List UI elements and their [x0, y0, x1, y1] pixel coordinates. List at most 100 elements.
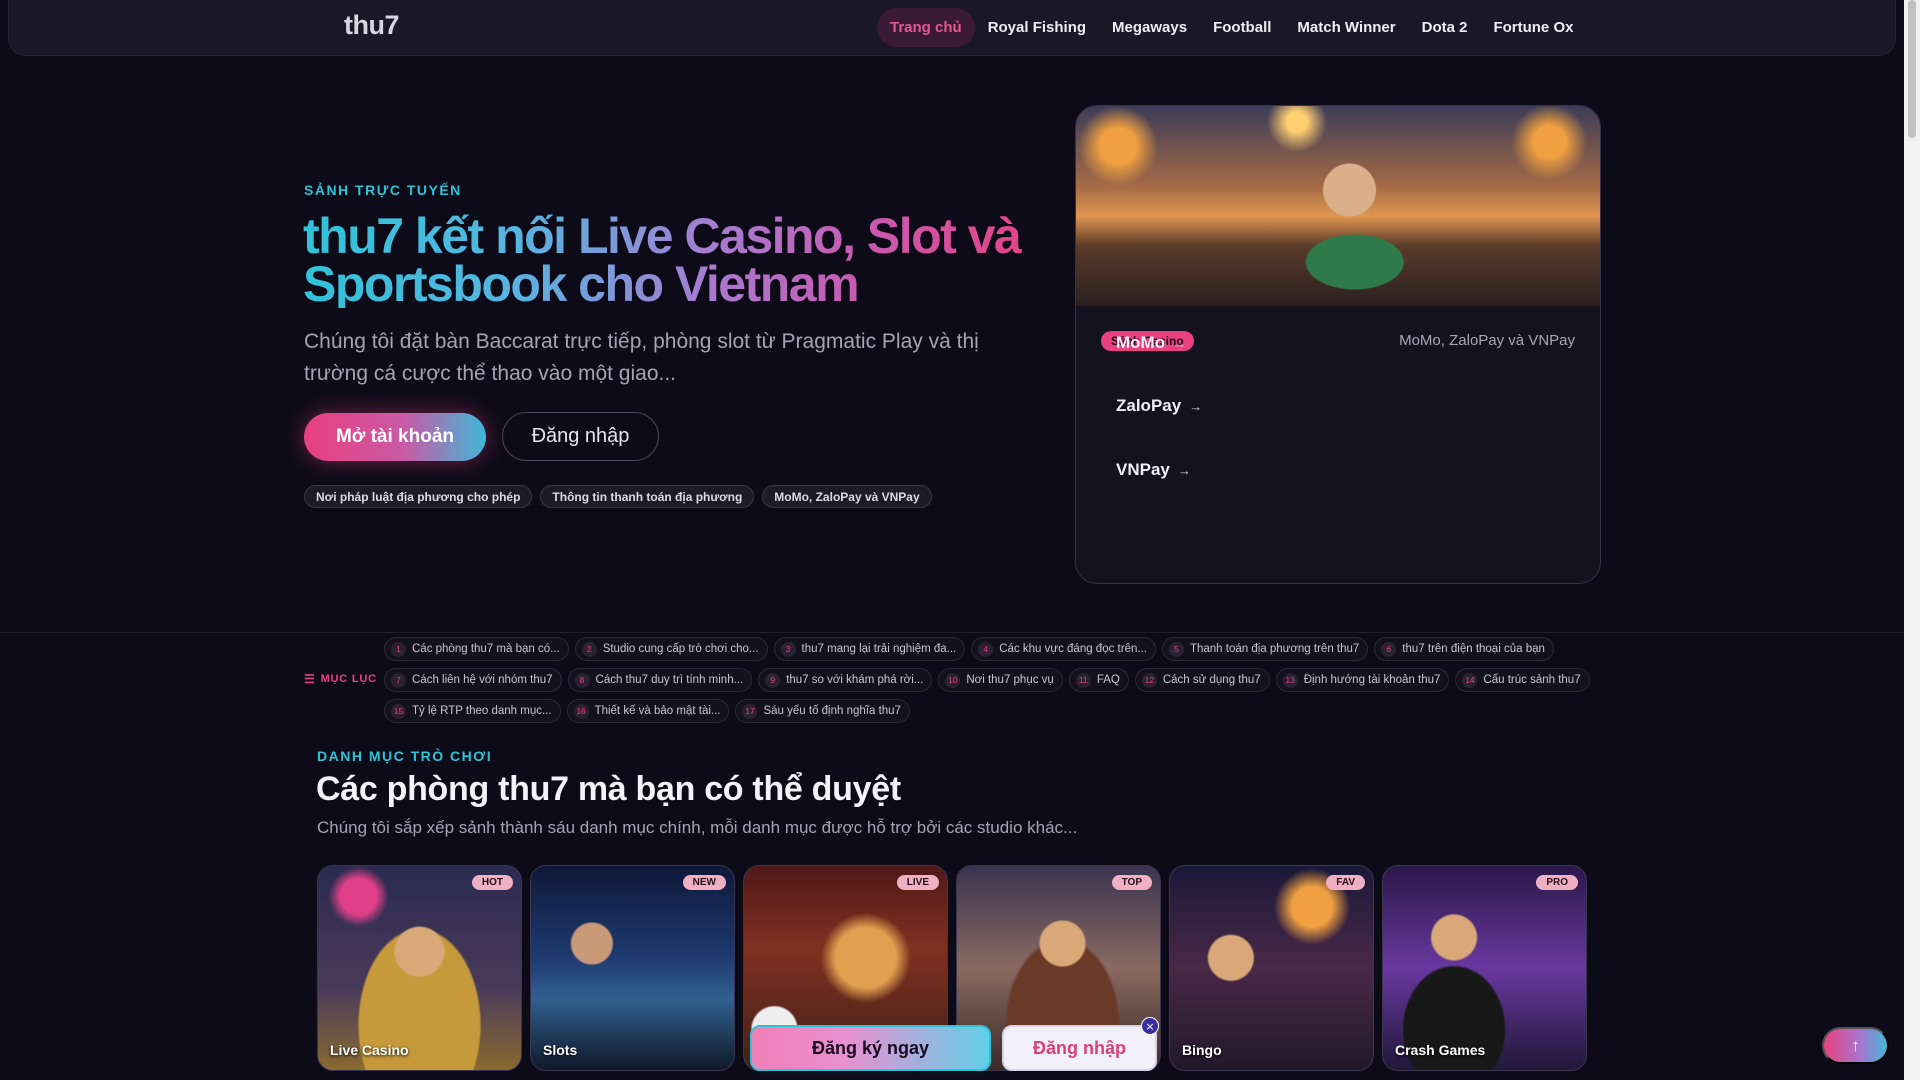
- casino-lobby-card: Sảnh Casino MoMo, ZaloPay và VNPay MoMo …: [1075, 105, 1601, 584]
- game-badge: FAV: [1326, 875, 1365, 890]
- nav-item-dota-2[interactable]: Dota 2: [1409, 8, 1481, 47]
- register-now-button[interactable]: Đăng ký ngay: [750, 1025, 991, 1071]
- toc-item[interactable]: 10 Nơi thu7 phục vụ: [938, 668, 1063, 692]
- toc-number: 8: [574, 672, 590, 688]
- nav-item-royal-fishing[interactable]: Royal Fishing: [975, 8, 1099, 47]
- toc-item[interactable]: 13 Định hướng tài khoản thu7: [1275, 668, 1450, 692]
- toc-number: 14: [1462, 672, 1478, 688]
- toc-number: 13: [1282, 672, 1298, 688]
- toc-label: Định hướng tài khoản thu7: [1303, 674, 1441, 686]
- floating-cta-bar: Đăng ký ngay Đăng nhập: [748, 1023, 1161, 1073]
- toc-item[interactable]: 7 Cách liên hệ với nhóm thu7: [384, 668, 562, 692]
- game-badge: TOP: [1111, 875, 1152, 890]
- toc-label: Studio cung cấp trò chơi cho...: [602, 643, 759, 655]
- game-card-bingo[interactable]: FAV Bingo: [1169, 865, 1374, 1071]
- site-logo[interactable]: thu7: [344, 10, 400, 41]
- momo-link[interactable]: MoMo →: [1116, 333, 1186, 353]
- toc-items: 1 Các phòng thu7 mà bạn có... 2 Studio cung…: [384, 637, 1594, 723]
- vnpay-link[interactable]: VNPay →: [1116, 460, 1191, 480]
- toc-item[interactable]: 4 Các khu vực đáng đọc trên...: [971, 637, 1156, 661]
- game-name: Slots: [543, 1042, 578, 1058]
- toc-number: 16: [573, 703, 589, 719]
- nav-item-megaways[interactable]: Megaways: [1099, 8, 1200, 47]
- toc-item[interactable]: 15 Tỷ lệ RTP theo danh mục...: [384, 699, 561, 723]
- toc-item[interactable]: 2 Studio cung cấp trò chơi cho...: [574, 637, 768, 661]
- toc-label: ☰ MỤC LỤC: [304, 672, 377, 686]
- toc-number: 10: [945, 672, 961, 688]
- chip-payment-methods: MoMo, ZaloPay và VNPay: [762, 485, 932, 508]
- chip-legal: Nơi pháp luật địa phương cho phép: [304, 485, 533, 508]
- toc-item[interactable]: 8 Cách thu7 duy trì tính minh...: [567, 668, 753, 692]
- toc-label: Cách thu7 duy trì tính minh...: [595, 674, 744, 686]
- toc-item[interactable]: 12 Cách sử dụng thu7: [1134, 668, 1270, 692]
- game-card-crash-games[interactable]: PRO Crash Games: [1382, 865, 1587, 1071]
- toc-item[interactable]: 6 thu7 trên điện thoại của bạn: [1374, 637, 1554, 661]
- game-card-slots[interactable]: NEW Slots: [530, 865, 735, 1071]
- toc-label: thu7 mang lại trải nghiệm đa...: [801, 643, 957, 655]
- toc-number: 6: [1381, 641, 1397, 657]
- hero-description: Chúng tôi đặt bàn Baccarat trực tiếp, ph…: [304, 330, 979, 385]
- toc-label: Cách sử dụng thu7: [1162, 674, 1261, 686]
- toc-label: Thanh toán địa phương trên thu7: [1189, 643, 1360, 655]
- toc-item[interactable]: 16 Thiết kế và bảo mật tài...: [566, 699, 730, 723]
- hero-title: thu7 kết nối Live Casino, Slot và Sports…: [303, 211, 1043, 309]
- game-badge: HOT: [471, 875, 513, 890]
- nav-item-football[interactable]: Football: [1200, 8, 1284, 47]
- zalopay-link[interactable]: ZaloPay →: [1116, 396, 1202, 416]
- toc-number: 11: [1075, 672, 1091, 688]
- toc-item[interactable]: 3 thu7 mang lại trải nghiệm đa...: [773, 637, 966, 661]
- chip-payment-info: Thông tin thanh toán địa phương: [540, 485, 755, 508]
- games-title: Các phòng thu7 mà bạn có thể duyệt: [316, 770, 901, 808]
- scrollbar-thumb[interactable]: [1908, 0, 1916, 138]
- toc-label: FAQ: [1096, 674, 1120, 686]
- close-icon[interactable]: ×: [1141, 1017, 1159, 1035]
- toc-item[interactable]: 9 thu7 so với khám phá rời...: [758, 668, 933, 692]
- hero-kicker: SẢNH TRỰC TUYẾN: [304, 182, 462, 198]
- nav-item-home[interactable]: Trang chủ: [877, 8, 975, 47]
- arrow-right-icon: →: [1189, 398, 1203, 414]
- main-nav: Trang chủ Royal Fishing Megaways Footbal…: [877, 8, 1586, 47]
- toc-item[interactable]: 5 Thanh toán địa phương trên thu7: [1161, 637, 1369, 661]
- page-scrollbar[interactable]: [1904, 0, 1920, 1080]
- game-badge: PRO: [1536, 875, 1578, 890]
- nav-item-fortune-ox[interactable]: Fortune Ox: [1480, 8, 1586, 47]
- floating-login-button[interactable]: Đăng nhập: [1002, 1025, 1157, 1071]
- game-name: Crash Games: [1395, 1042, 1486, 1058]
- game-card-live-casino[interactable]: HOT Live Casino: [317, 865, 522, 1071]
- toc-label: Tỷ lệ RTP theo danh mục...: [412, 705, 552, 717]
- toc-label: Các phòng thu7 mà bạn có...: [412, 643, 560, 655]
- toc-number: 1: [391, 641, 406, 657]
- toc-label-text: MỤC LỤC: [320, 673, 377, 685]
- nav-item-match-winner[interactable]: Match Winner: [1284, 8, 1408, 47]
- toc-number: 9: [765, 672, 781, 688]
- toc-number: 17: [742, 703, 758, 719]
- game-name: Bingo: [1182, 1042, 1222, 1058]
- momo-label: MoMo: [1116, 333, 1166, 352]
- list-icon: ☰: [304, 672, 316, 686]
- toc-number: 2: [581, 641, 597, 657]
- toc-item[interactable]: 14 Cấu trúc sảnh thu7: [1455, 668, 1590, 692]
- hero-chips: Nơi pháp luật địa phương cho phép Thông …: [304, 485, 932, 508]
- game-badge: NEW: [682, 875, 726, 890]
- arrow-right-icon: →: [1177, 462, 1191, 478]
- games-kicker: DANH MỤC TRÒ CHƠI: [317, 748, 493, 764]
- open-account-button[interactable]: Mở tài khoản: [304, 413, 486, 461]
- toc-label: Các khu vực đáng đọc trên...: [999, 643, 1147, 655]
- toc-label: Thiết kế và bảo mật tài...: [594, 705, 721, 717]
- toc-label: Sáu yếu tố định nghĩa thu7: [763, 705, 901, 717]
- hero-banner-image: [1076, 106, 1600, 306]
- back-to-top-button[interactable]: ↑: [1822, 1027, 1889, 1064]
- game-name: Live Casino: [330, 1042, 409, 1058]
- toc-item[interactable]: 1 Các phòng thu7 mà bạn có...: [384, 637, 569, 661]
- toc-label: thu7 so với khám phá rời...: [786, 674, 924, 686]
- toc-item[interactable]: 11 FAQ: [1068, 668, 1129, 692]
- toc-label: thu7 trên điện thoại của bạn: [1402, 643, 1545, 655]
- game-badge: LIVE: [896, 875, 939, 890]
- card-subtitle: MoMo, ZaloPay và VNPay: [1399, 332, 1575, 349]
- toc-item[interactable]: 17 Sáu yếu tố định nghĩa thu7: [735, 699, 910, 723]
- login-button[interactable]: Đăng nhập: [502, 412, 659, 461]
- toc-number: 15: [391, 703, 406, 719]
- site-header: thu7 Trang chủ Royal Fishing Megaways Fo…: [8, 0, 1896, 56]
- toc-number: 7: [391, 672, 406, 688]
- vnpay-label: VNPay: [1116, 460, 1170, 479]
